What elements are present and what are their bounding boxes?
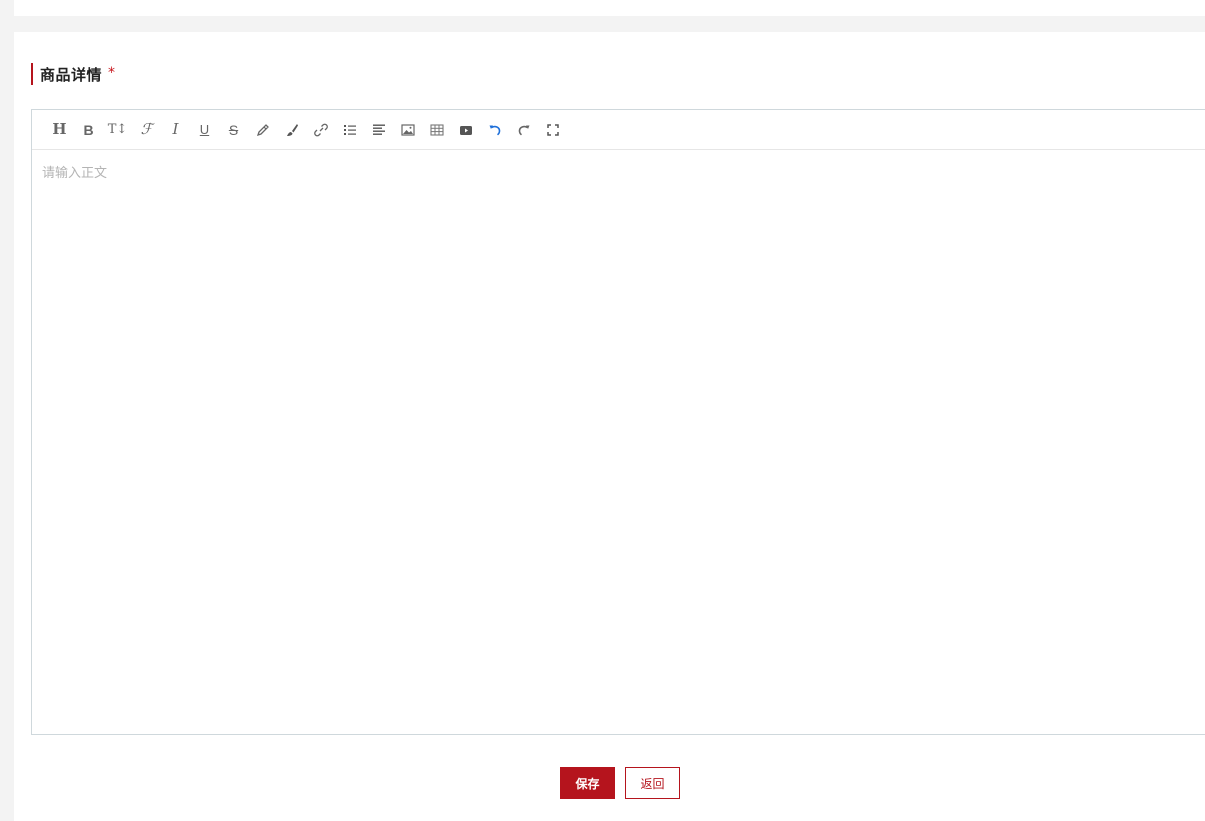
video-icon[interactable] <box>455 119 476 141</box>
heading-icon[interactable]: H <box>49 119 70 141</box>
font-color-icon[interactable] <box>252 119 273 141</box>
left-gutter <box>0 0 14 821</box>
table-icon[interactable] <box>426 119 447 141</box>
required-mark: * <box>108 65 116 81</box>
undo-icon[interactable] <box>484 119 505 141</box>
background-color-icon[interactable] <box>281 119 302 141</box>
back-button[interactable]: 返回 <box>625 767 680 799</box>
save-button[interactable]: 保存 <box>560 767 615 799</box>
top-band <box>14 16 1205 32</box>
align-icon[interactable] <box>368 119 389 141</box>
redo-icon[interactable] <box>513 119 534 141</box>
underline-icon[interactable]: U <box>194 119 215 141</box>
expand-icon <box>546 123 559 136</box>
font-family-icon[interactable]: ℱ <box>136 119 157 141</box>
bold-icon[interactable]: B <box>78 119 99 141</box>
list-icon[interactable] <box>339 119 360 141</box>
redo-arrow-icon <box>518 125 529 135</box>
strikethrough-icon[interactable]: S <box>223 119 244 141</box>
pencil-icon <box>256 123 269 136</box>
chain-icon <box>313 123 328 136</box>
play-icon <box>459 125 472 135</box>
bullet-list-icon <box>343 124 356 135</box>
picture-icon <box>400 123 415 136</box>
editor-content-area[interactable]: 请输入正文 <box>32 150 1205 734</box>
editor-toolbar: H B T↕ ℱ I U S <box>32 110 1205 150</box>
align-left-icon <box>372 124 385 135</box>
link-icon[interactable] <box>310 119 331 141</box>
section-header: 商品详情 * <box>31 62 115 86</box>
section-accent-bar <box>31 63 33 85</box>
undo-arrow-icon <box>489 125 500 135</box>
grid-icon <box>429 123 444 136</box>
fullscreen-icon[interactable] <box>542 119 563 141</box>
brush-icon <box>286 123 298 136</box>
font-size-icon[interactable]: T↕ <box>107 119 128 141</box>
form-actions: 保存 返回 <box>560 767 680 799</box>
section-title: 商品详情 <box>40 65 103 84</box>
rich-text-editor: H B T↕ ℱ I U S 请输入正文 <box>31 109 1205 735</box>
page: 商品详情 * H B T↕ ℱ I U S 请输入正文 保存 返回 <box>0 0 1205 821</box>
editor-placeholder: 请输入正文 <box>42 166 108 181</box>
image-icon[interactable] <box>397 119 418 141</box>
italic-icon[interactable]: I <box>165 119 186 141</box>
